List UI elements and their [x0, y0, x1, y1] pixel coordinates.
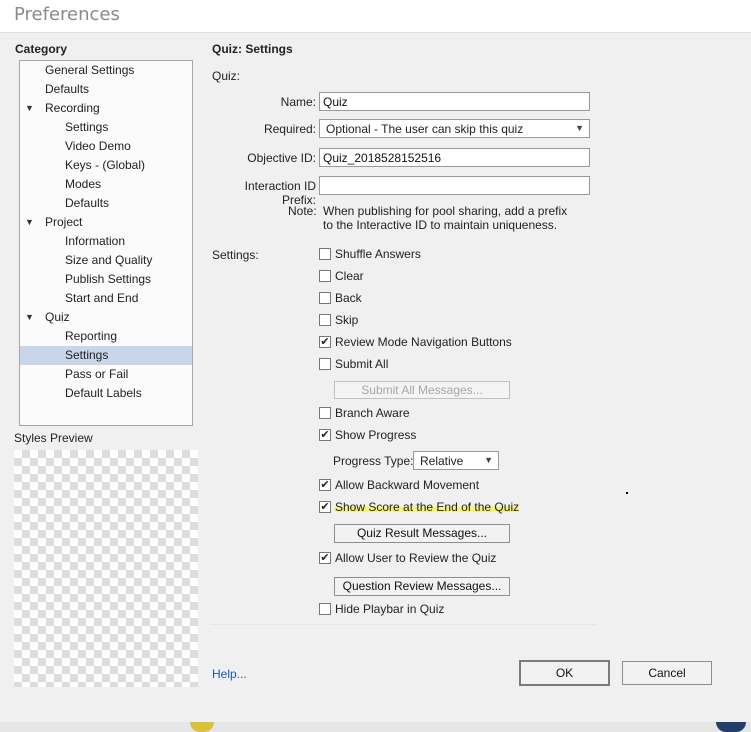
- ok-button[interactable]: OK: [519, 660, 610, 686]
- checkbox-label: Show Progress: [335, 428, 417, 442]
- category-item-label: Keys - (Global): [65, 158, 146, 172]
- category-item-label: Defaults: [45, 82, 90, 96]
- required-select-value: Optional - The user can skip this quiz: [326, 122, 524, 136]
- category-item[interactable]: Defaults: [20, 80, 192, 99]
- progress-type-select[interactable]: Relative ▼: [413, 451, 499, 470]
- category-item[interactable]: General Settings: [20, 61, 192, 80]
- quiz-result-messages-button[interactable]: Quiz Result Messages...: [334, 524, 510, 543]
- checkbox-box[interactable]: [319, 270, 331, 282]
- category-item[interactable]: Default Labels: [20, 384, 192, 403]
- category-item[interactable]: Reporting: [20, 327, 192, 346]
- category-item-label: Size and Quality: [65, 253, 153, 267]
- checkmark-icon[interactable]: ✔: [319, 479, 331, 491]
- note-label: Note:: [288, 204, 317, 218]
- category-tree[interactable]: General Settings Defaults ▼ Recording Settin…: [19, 60, 193, 426]
- triangle-down-icon[interactable]: ▼: [25, 213, 34, 232]
- checkbox-label: Back: [335, 291, 362, 305]
- chevron-down-icon: ▼: [484, 455, 493, 465]
- name-field[interactable]: Quiz: [319, 92, 590, 111]
- category-item[interactable]: Settings: [20, 118, 192, 137]
- stray-dot: [626, 492, 628, 494]
- question-review-messages-button[interactable]: Question Review Messages...: [334, 577, 510, 596]
- category-item[interactable]: ▼ Quiz: [20, 308, 192, 327]
- checkbox-box[interactable]: [319, 603, 331, 615]
- checkbox-label: Review Mode Navigation Buttons: [335, 335, 512, 349]
- category-item[interactable]: Pass or Fail: [20, 365, 192, 384]
- category-item[interactable]: Video Demo: [20, 137, 192, 156]
- category-item[interactable]: Information: [20, 232, 192, 251]
- progress-type-value: Relative: [420, 454, 464, 468]
- category-item[interactable]: Defaults: [20, 194, 192, 213]
- checkmark-icon[interactable]: ✔: [319, 429, 331, 441]
- divider: [210, 624, 596, 625]
- category-item-label: Project: [45, 215, 83, 229]
- category-item[interactable]: Modes: [20, 175, 192, 194]
- title-bar: Preferences: [0, 0, 751, 32]
- checkbox-label: Show Score at the End of the Quiz: [335, 500, 520, 514]
- objective-id-label: Objective ID:: [247, 151, 316, 165]
- interaction-id-prefix-label: Interaction ID Prefix:: [244, 179, 316, 207]
- checkbox-box[interactable]: [319, 407, 331, 419]
- category-heading: Category: [15, 42, 68, 56]
- interaction-id-prefix-field[interactable]: [319, 176, 590, 195]
- required-select[interactable]: Optional - The user can skip this quiz ▼: [319, 119, 590, 138]
- panel-heading: Quiz: Settings: [212, 42, 293, 56]
- checkbox-label: Shuffle Answers: [335, 247, 421, 261]
- checkbox-label: Clear: [335, 269, 364, 283]
- category-item-label: Pass or Fail: [65, 367, 129, 381]
- note-line-2: to the Interactive ID to maintain unique…: [323, 218, 558, 232]
- category-item[interactable]: Publish Settings: [20, 270, 192, 289]
- window-title: Preferences: [14, 4, 120, 25]
- checkbox-box[interactable]: [319, 248, 331, 260]
- checkmark-icon[interactable]: ✔: [319, 336, 331, 348]
- checkmark-icon[interactable]: ✔: [319, 501, 331, 513]
- styles-preview-label: Styles Preview: [14, 431, 93, 445]
- note-line-1: When publishing for pool sharing, add a …: [323, 204, 568, 218]
- category-item-label: Defaults: [65, 196, 110, 210]
- category-item-label: Settings: [65, 120, 109, 134]
- checkbox-box[interactable]: [319, 358, 331, 370]
- category-item-label: Information: [65, 234, 126, 248]
- category-item-label: Quiz: [45, 310, 70, 324]
- cancel-button[interactable]: Cancel: [622, 661, 712, 685]
- category-item-label: Modes: [65, 177, 102, 191]
- category-item-label: Default Labels: [65, 386, 142, 400]
- required-label: Required:: [263, 122, 316, 136]
- category-item[interactable]: ▼ Recording: [20, 99, 192, 118]
- chevron-down-icon: ▼: [575, 123, 584, 133]
- category-item-label: Recording: [45, 101, 100, 115]
- category-item[interactable]: ▼ Project: [20, 213, 192, 232]
- name-label: Name:: [280, 95, 316, 109]
- checkbox-label: Submit All: [335, 357, 389, 371]
- category-item-label: Reporting: [65, 329, 118, 343]
- category-item[interactable]: Start and End: [20, 289, 192, 308]
- checkbox-label: Allow User to Review the Quiz: [335, 551, 497, 565]
- checkbox-label: Branch Aware: [335, 406, 410, 420]
- quiz-section-label: Quiz:: [212, 69, 241, 83]
- category-item-label: Publish Settings: [65, 272, 152, 286]
- help-link[interactable]: Help...: [212, 667, 247, 681]
- progress-type-label: Progress Type:: [333, 454, 414, 468]
- checkbox-box[interactable]: [319, 314, 331, 326]
- checkbox-label: Allow Backward Movement: [335, 478, 480, 492]
- category-item-label: Video Demo: [65, 139, 131, 153]
- checkbox-label: Hide Playbar in Quiz: [335, 602, 445, 616]
- objective-id-field[interactable]: Quiz_2018528152516: [319, 148, 590, 167]
- styles-preview-area: [14, 450, 198, 687]
- note-text: When publishing for pool sharing, add a …: [323, 204, 573, 232]
- category-item-label: General Settings: [45, 63, 135, 77]
- settings-label: Settings:: [212, 248, 259, 262]
- bottom-strip: [0, 722, 751, 732]
- triangle-down-icon[interactable]: ▼: [25, 99, 34, 118]
- triangle-down-icon[interactable]: ▼: [25, 308, 34, 327]
- category-item[interactable]: Keys - (Global): [20, 156, 192, 175]
- submit-all-messages-button[interactable]: Submit All Messages...: [334, 381, 510, 399]
- category-item[interactable]: Settings: [20, 346, 192, 365]
- checkbox-label: Skip: [335, 313, 359, 327]
- checkmark-icon[interactable]: ✔: [319, 552, 331, 564]
- checkbox-box[interactable]: [319, 292, 331, 304]
- category-item-label: Settings: [65, 348, 109, 362]
- category-item[interactable]: Size and Quality: [20, 251, 192, 270]
- category-item-label: Start and End: [65, 291, 139, 305]
